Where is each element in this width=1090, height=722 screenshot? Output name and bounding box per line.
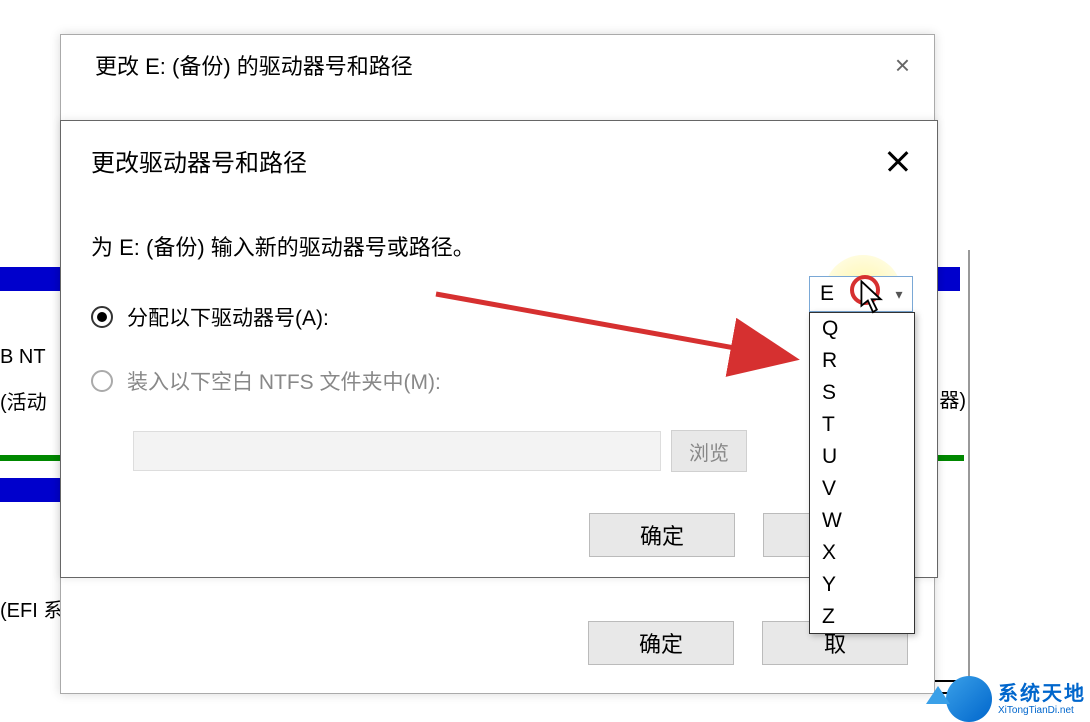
outer-dialog-title: 更改 E: (备份) 的驱动器号和路径: [95, 49, 413, 81]
watermark: 系统天地 XiTongTianDi.net: [946, 676, 1086, 722]
mount-path-input: [133, 431, 661, 471]
inner-dialog-title: 更改驱动器号和路径: [91, 143, 307, 178]
watermark-logo-icon: [946, 676, 992, 722]
drive-option-s[interactable]: S: [810, 377, 914, 409]
radio-assign-letter[interactable]: [91, 306, 113, 328]
drive-option-z[interactable]: Z: [810, 601, 914, 633]
close-icon[interactable]: [885, 148, 911, 174]
outer-titlebar: 更改 E: (备份) 的驱动器号和路径 ×: [61, 35, 934, 95]
watermark-text-cn: 系统天地: [998, 683, 1086, 705]
drive-option-u[interactable]: U: [810, 441, 914, 473]
assign-letter-radio-row[interactable]: 分配以下驱动器号(A):: [91, 302, 907, 332]
outer-close-button[interactable]: ×: [895, 50, 910, 81]
drive-letter-dropdown: Q R S T U V W X Y Z: [809, 312, 915, 634]
drive-option-x[interactable]: X: [810, 537, 914, 569]
chevron-down-icon: ▾: [886, 286, 912, 303]
bg-partition-label-2: (活动: [0, 386, 47, 415]
bg-right-divider: [964, 250, 970, 694]
inner-ok-button[interactable]: 确定: [589, 513, 735, 557]
change-drive-letter-dialog: 更改驱动器号和路径 为 E: (备份) 输入新的驱动器号或路径。 分配以下驱动器…: [60, 120, 938, 578]
drive-option-t[interactable]: T: [810, 409, 914, 441]
bg-partition-label-1: B NT: [0, 346, 46, 369]
inner-titlebar: 更改驱动器号和路径: [61, 121, 937, 190]
drive-letter-selected: E: [810, 282, 886, 306]
mount-folder-radio-row[interactable]: 装入以下空白 NTFS 文件夹中(M):: [91, 366, 907, 396]
inner-prompt: 为 E: (备份) 输入新的驱动器号或路径。: [91, 230, 907, 262]
drive-option-r[interactable]: R: [810, 345, 914, 377]
assign-letter-label: 分配以下驱动器号(A):: [127, 302, 329, 332]
mount-folder-label: 装入以下空白 NTFS 文件夹中(M):: [127, 366, 441, 396]
drive-letter-select[interactable]: E ▾: [809, 276, 913, 312]
drive-option-w[interactable]: W: [810, 505, 914, 537]
drive-option-y[interactable]: Y: [810, 569, 914, 601]
radio-mount-folder[interactable]: [91, 370, 113, 392]
browse-button: 浏览: [671, 430, 747, 472]
bg-partition-label-3: 器): [939, 384, 966, 413]
bg-blue-bar-2: [0, 478, 60, 502]
drive-option-q[interactable]: Q: [810, 313, 914, 345]
drive-option-v[interactable]: V: [810, 473, 914, 505]
path-input-row: 浏览: [133, 430, 907, 472]
outer-ok-button[interactable]: 确定: [588, 621, 734, 665]
watermark-text-en: XiTongTianDi.net: [998, 705, 1086, 716]
bg-partition-label-4: (EFI 系: [0, 594, 63, 623]
bg-blue-bar-left: [0, 267, 60, 291]
